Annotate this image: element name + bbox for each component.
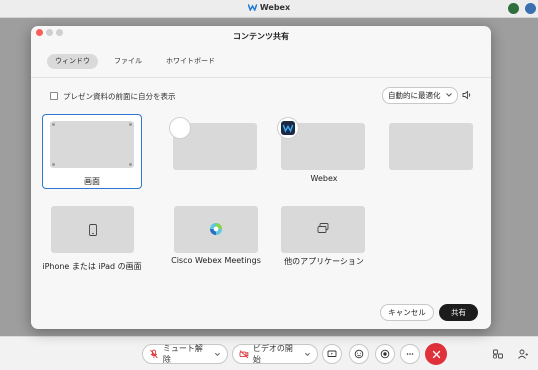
webex-app-icon bbox=[281, 121, 295, 135]
tab-window[interactable]: ウィンドウ bbox=[47, 54, 98, 69]
tile-label: Cisco Webex Meetings bbox=[171, 256, 261, 265]
thumbnail-corner bbox=[129, 163, 132, 166]
divider bbox=[31, 77, 491, 78]
content-share-dialog: コンテンツ共有 ウィンドウ ファイル ホワイトボード プレゼン資料の前面に自分を… bbox=[31, 26, 491, 329]
tile-thumbnail bbox=[281, 206, 365, 253]
app-title: Webex bbox=[0, 3, 538, 12]
thumbnail-corner bbox=[129, 123, 132, 126]
reactions-icon bbox=[354, 349, 364, 359]
show-me-in-front-label: プレゼン資料の前面に自分を表示 bbox=[63, 92, 176, 101]
share-tile-window[interactable] bbox=[389, 117, 475, 183]
chat-icon[interactable] bbox=[517, 348, 529, 360]
end-call-button[interactable] bbox=[425, 343, 447, 365]
status-icon[interactable] bbox=[508, 3, 519, 14]
app-icon-placeholder bbox=[169, 117, 191, 139]
video-button[interactable]: ビデオの開始 bbox=[232, 344, 318, 364]
more-icon bbox=[406, 353, 414, 355]
video-off-icon bbox=[239, 350, 249, 359]
tab-whiteboard[interactable]: ホワイトボード bbox=[158, 54, 223, 69]
mute-button[interactable]: ミュート解除 bbox=[142, 344, 228, 364]
reactions-button[interactable] bbox=[349, 344, 369, 364]
share-screen-icon bbox=[327, 350, 337, 357]
profile-icon[interactable] bbox=[525, 3, 536, 14]
tile-thumbnail bbox=[51, 206, 134, 253]
tile-thumbnail bbox=[50, 121, 134, 168]
mute-label: ミュート解除 bbox=[162, 344, 203, 364]
share-tile-iphone-ipad[interactable]: iPhone または iPad の画面 bbox=[41, 206, 143, 274]
app-titlebar: Webex bbox=[0, 0, 538, 18]
webex-meetings-icon bbox=[210, 223, 222, 235]
share-content-button[interactable] bbox=[322, 344, 342, 364]
apps-icon bbox=[317, 223, 329, 233]
chevron-down-icon[interactable] bbox=[214, 351, 221, 358]
share-tile-other-application[interactable]: 他のアプリケーション bbox=[276, 206, 372, 274]
share-button[interactable]: 共有 bbox=[439, 304, 478, 321]
optimize-dropdown[interactable]: 自動的に最適化 bbox=[382, 87, 458, 104]
show-me-in-front-checkbox[interactable] bbox=[50, 92, 58, 100]
end-call-icon bbox=[432, 350, 440, 358]
tile-label: 他のアプリケーション bbox=[284, 257, 364, 266]
share-tile-app[interactable] bbox=[169, 117, 259, 183]
share-tile-screen[interactable]: 画面 bbox=[42, 114, 142, 189]
share-tile-webex[interactable]: Webex bbox=[277, 117, 367, 183]
app-icon-webex bbox=[277, 117, 299, 139]
tab-file[interactable]: ファイル bbox=[106, 54, 150, 69]
tile-label: Webex bbox=[310, 174, 338, 183]
speaker-icon[interactable] bbox=[460, 88, 474, 102]
mic-muted-icon bbox=[150, 349, 158, 359]
video-label: ビデオの開始 bbox=[252, 344, 293, 364]
record-icon bbox=[380, 349, 390, 359]
tab-bar: ウィンドウ ファイル ホワイトボード bbox=[47, 54, 223, 69]
chevron-down-icon[interactable] bbox=[304, 351, 311, 358]
tile-label: iPhone または iPad の画面 bbox=[42, 262, 142, 271]
phone-icon bbox=[89, 224, 97, 236]
meeting-controls: ミュート解除 ビデオの開始 bbox=[0, 336, 538, 370]
share-tile-cisco-webex-meetings[interactable]: Cisco Webex Meetings bbox=[163, 206, 269, 274]
webex-logo-icon bbox=[247, 4, 257, 11]
tile-thumbnail bbox=[389, 123, 473, 170]
tile-label: 画面 bbox=[84, 177, 100, 186]
thumbnail-corner bbox=[52, 123, 55, 126]
more-button[interactable] bbox=[400, 344, 420, 364]
thumbnail-corner bbox=[52, 163, 55, 166]
tile-thumbnail bbox=[174, 206, 258, 253]
optimize-selected: 自動的に最適化 bbox=[388, 91, 441, 100]
participants-icon[interactable] bbox=[492, 348, 504, 360]
cancel-button[interactable]: キャンセル bbox=[380, 304, 434, 321]
record-button[interactable] bbox=[375, 344, 395, 364]
chevron-down-icon bbox=[446, 93, 452, 97]
dialog-title: コンテンツ共有 bbox=[233, 32, 289, 41]
